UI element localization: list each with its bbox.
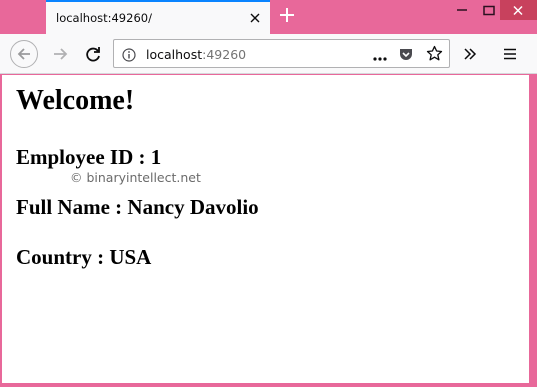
employee-id-heading: Employee ID : 1 bbox=[16, 145, 162, 169]
navigation-toolbar: localhost:49260 bbox=[0, 34, 537, 74]
page-content: Welcome! Employee ID : 1 © binaryintelle… bbox=[2, 75, 529, 383]
back-icon[interactable] bbox=[10, 40, 38, 68]
ellipsis-icon[interactable] bbox=[372, 49, 388, 61]
plus-icon[interactable] bbox=[278, 6, 296, 26]
info-icon[interactable] bbox=[122, 47, 136, 62]
star-icon[interactable] bbox=[426, 45, 443, 62]
address-bar[interactable]: localhost:49260 bbox=[113, 39, 450, 68]
browser-window: localhost:49260/ localhost:49260 Welcome… bbox=[0, 0, 537, 387]
url-host: localhost bbox=[146, 47, 203, 62]
tab-active[interactable]: localhost:49260/ bbox=[46, 0, 270, 34]
tab-title: localhost:49260/ bbox=[56, 11, 152, 25]
reload-icon[interactable] bbox=[80, 41, 106, 67]
menu-icon[interactable] bbox=[502, 46, 518, 62]
url-port: :49260 bbox=[202, 47, 247, 62]
welcome-heading: Welcome! bbox=[16, 85, 135, 116]
full-name-heading: Full Name : Nancy Davolio bbox=[16, 195, 259, 219]
url-text[interactable]: localhost:49260 bbox=[146, 47, 246, 62]
forward-icon[interactable] bbox=[48, 41, 74, 67]
close-window-icon[interactable] bbox=[500, 0, 537, 20]
close-icon[interactable] bbox=[248, 10, 262, 24]
minimize-icon[interactable] bbox=[447, 0, 477, 20]
overflow-icon[interactable] bbox=[462, 46, 478, 62]
title-bar: localhost:49260/ bbox=[0, 0, 537, 34]
country-heading: Country : USA bbox=[16, 245, 152, 269]
pocket-icon[interactable] bbox=[398, 46, 414, 62]
watermark-text: © binaryintellect.net bbox=[70, 170, 201, 185]
